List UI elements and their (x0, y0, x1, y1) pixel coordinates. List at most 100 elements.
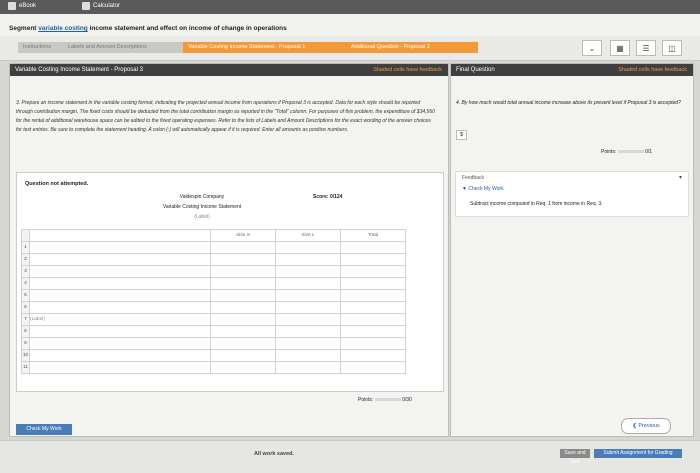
side-points-display: Points: 0/1 (601, 149, 653, 155)
table-row: 7 (Label) (21, 313, 406, 326)
calculator-link[interactable]: Calculator (82, 2, 120, 10)
label-cell[interactable] (29, 361, 211, 374)
label-cell[interactable] (29, 253, 211, 266)
amount-cell[interactable] (275, 277, 341, 290)
statement-table: Size S Size L Total 1 2 3 4 5 6 7 (Label)… (21, 229, 406, 374)
table-row: 11 (21, 361, 406, 374)
amount-cell[interactable] (340, 349, 406, 362)
chevron-down-icon[interactable]: ⌄ (582, 40, 602, 56)
table-row: 1 (21, 241, 406, 254)
tab-row: Instructions Labels and Amount Descripti… (0, 36, 700, 61)
app-topbar: eBook Calculator (0, 0, 700, 14)
amount-cell[interactable] (210, 277, 276, 290)
amount-cell[interactable] (340, 325, 406, 338)
previous-button[interactable]: ❮ Previous (621, 418, 671, 434)
score-text: Score: 0/124 (313, 194, 343, 200)
label-cell[interactable] (29, 337, 211, 350)
amount-cell[interactable] (210, 301, 276, 314)
label-cell[interactable] (29, 349, 211, 362)
amount-cell[interactable] (275, 337, 341, 350)
feedback-text: Subtract income computed in Req. 1 from … (470, 201, 603, 207)
chevron-left-icon: ❮ (632, 423, 637, 429)
amount-cell[interactable] (340, 277, 406, 290)
label-cell[interactable] (29, 301, 211, 314)
points-display: Points: 0/30 (358, 397, 412, 403)
table-row: 6 (21, 301, 406, 314)
book-icon (8, 2, 16, 10)
collapse-icon[interactable]: ▾ (679, 174, 682, 181)
page-header: Segment variable costing income statemen… (0, 14, 700, 36)
points-bar (374, 398, 401, 402)
side-points-bar (617, 150, 644, 154)
amount-cell[interactable] (210, 241, 276, 254)
amount-cell[interactable] (210, 349, 276, 362)
question-3-text: 3. Prepare an income statement in the va… (16, 100, 435, 133)
side-panel: Final Question Shaded cells have feedbac… (450, 63, 694, 437)
amount-cell[interactable] (340, 241, 406, 254)
check-my-work-button[interactable]: Check My Work (16, 424, 72, 435)
label-cell[interactable] (29, 241, 211, 254)
amount-cell[interactable] (340, 301, 406, 314)
columns-icon[interactable]: ◫ (662, 40, 682, 56)
status-text: Question not attempted. (25, 181, 89, 187)
table-row: 4 (21, 277, 406, 290)
amount-cell[interactable] (210, 265, 276, 278)
label-cell[interactable] (29, 325, 211, 338)
amount-cell[interactable] (340, 289, 406, 302)
amount-cell[interactable] (340, 253, 406, 266)
label-cell[interactable] (29, 265, 211, 278)
tab-proposal-1[interactable]: Variable Costing Income Statement - Prop… (183, 42, 353, 53)
label-cell[interactable] (29, 277, 211, 290)
heading-label-select[interactable]: (Label) (157, 214, 247, 220)
main-panel-header: Variable Costing Income Statement - Prop… (10, 64, 448, 76)
amount-cell[interactable] (275, 265, 341, 278)
label-select[interactable]: (Label) (29, 313, 211, 326)
table-row: 5 (21, 289, 406, 302)
amount-cell[interactable] (340, 337, 406, 350)
amount-cell[interactable] (210, 253, 276, 266)
amount-cell[interactable] (275, 253, 341, 266)
amount-cell[interactable] (275, 301, 341, 314)
table-row: 2 (21, 253, 406, 266)
amount-cell[interactable] (340, 313, 406, 326)
question-4-text: 4. By how much would total annual income… (456, 100, 681, 106)
table-header-row: Size S Size L Total (21, 229, 406, 242)
amount-cell[interactable] (275, 289, 341, 302)
amount-cell[interactable] (210, 289, 276, 302)
submit-assignment-button[interactable]: Submit Assignment for Grading (594, 449, 682, 458)
table-row: 8 (21, 325, 406, 338)
amount-cell[interactable] (210, 313, 276, 326)
amount-cell[interactable] (210, 337, 276, 350)
feedback-box: Feedback ▾ ▼ Check My Work Subtract inco… (455, 171, 689, 217)
table-row: 10 (21, 349, 406, 362)
table-row: 3 (21, 265, 406, 278)
amount-cell[interactable] (275, 241, 341, 254)
col-header-size-l: Size L (275, 229, 341, 242)
feedback-title: Feedback (462, 175, 484, 181)
tab-labels-descriptions[interactable]: Labels and Amount Descriptions (63, 42, 191, 53)
amount-cell[interactable] (210, 361, 276, 374)
col-header-total: Total (340, 229, 406, 242)
variable-costing-link[interactable]: variable costing (38, 25, 88, 32)
tab-proposal-2[interactable]: Additional Question - Proposal 2 (346, 42, 478, 53)
amount-cell[interactable] (275, 361, 341, 374)
ebook-link[interactable]: eBook (8, 2, 36, 10)
label-cell[interactable] (29, 289, 211, 302)
page-title: Segment variable costing income statemen… (9, 25, 287, 32)
list-view-icon[interactable]: ☰ (636, 40, 656, 56)
statement-title: Variable Costing Income Statement (162, 204, 242, 210)
check-my-work-link[interactable]: ▼ Check My Work (462, 186, 504, 192)
amount-cell[interactable] (340, 265, 406, 278)
amount-cell[interactable] (340, 361, 406, 374)
amount-cell[interactable] (275, 349, 341, 362)
amount-cell[interactable] (275, 313, 341, 326)
calculator-icon (82, 2, 90, 10)
amount-cell[interactable] (275, 325, 341, 338)
grid-view-icon[interactable]: ▦ (610, 40, 630, 56)
answer-input[interactable]: $ (456, 130, 467, 140)
save-and-exit-button[interactable]: Save and Exit (560, 449, 590, 465)
save-status: All work saved. (254, 451, 295, 457)
col-header-size-s: Size S (210, 229, 276, 242)
bottom-bar: All work saved. Save and Exit Submit Ass… (0, 440, 700, 473)
amount-cell[interactable] (210, 325, 276, 338)
